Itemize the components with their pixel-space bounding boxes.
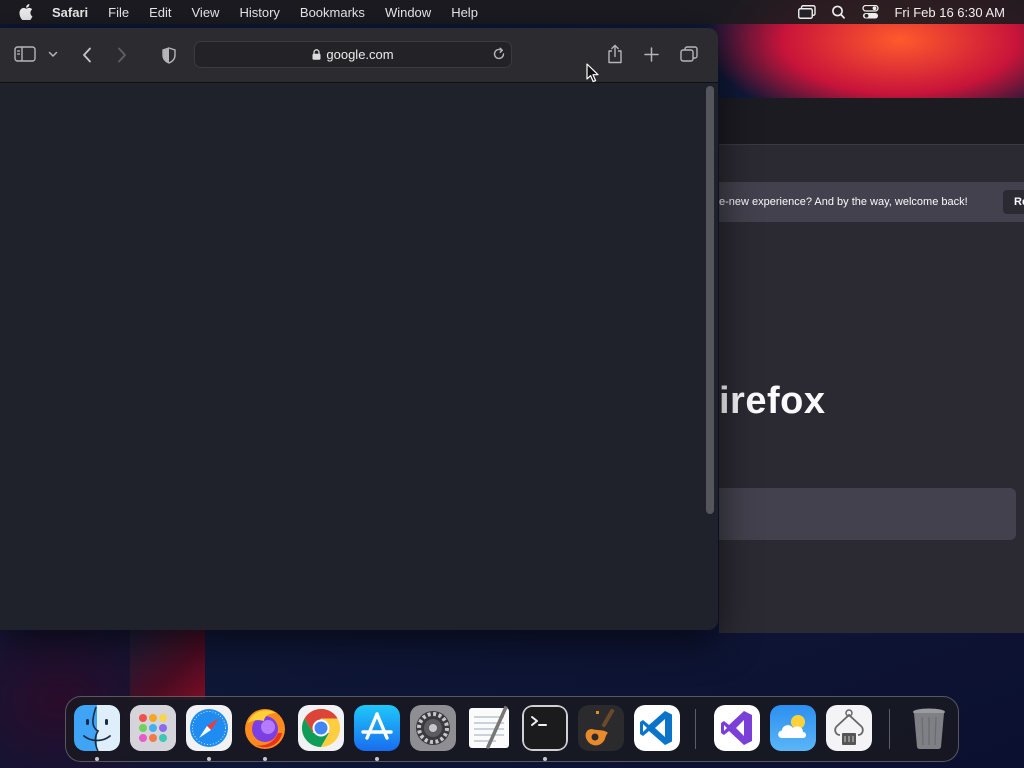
- chevron-left-icon: [83, 47, 91, 63]
- menu-window[interactable]: Window: [385, 5, 431, 20]
- launchpad-icon: [130, 705, 176, 751]
- system-information-icon: [826, 705, 872, 751]
- firefox-window[interactable]: e-new experience? And by the way, welcom…: [719, 98, 1024, 633]
- dock-firefox[interactable]: [242, 705, 288, 751]
- running-indicator-terminal: [543, 757, 547, 761]
- menu-bookmarks[interactable]: Bookmarks: [300, 5, 365, 20]
- running-indicator-firefox: [263, 757, 267, 761]
- dock-app-store[interactable]: [354, 705, 400, 751]
- control-center-icon[interactable]: [862, 5, 880, 19]
- spotlight-search-icon[interactable]: [830, 5, 848, 19]
- running-indicator-finder: [95, 757, 99, 761]
- lock-icon: [312, 49, 321, 60]
- menu-help[interactable]: Help: [451, 5, 478, 20]
- firefox-brand-wordmark: irefox: [719, 380, 826, 422]
- scrollbar-thumb[interactable]: [706, 86, 714, 514]
- share-icon: [608, 44, 622, 64]
- chevron-down-icon: [48, 51, 58, 57]
- app-store-icon: [354, 705, 400, 751]
- address-url: google.com: [326, 47, 394, 62]
- textedit-icon: [469, 705, 509, 749]
- safari-toolbar: google.com: [0, 28, 718, 83]
- firefox-tab-bar[interactable]: [719, 98, 1024, 144]
- privacy-report-button[interactable]: [160, 45, 178, 65]
- dock-finder[interactable]: [74, 705, 120, 751]
- notification-message: e-new experience? And by the way, welcom…: [719, 196, 968, 208]
- tab-overview-button[interactable]: [679, 45, 699, 63]
- firefox-notification-bar: e-new experience? And by the way, welcom…: [719, 182, 1024, 222]
- safari-window[interactable]: google.com: [0, 28, 718, 630]
- tab-overview-icon: [680, 46, 698, 62]
- menu-history[interactable]: History: [239, 5, 279, 20]
- tab-group-dropdown[interactable]: [47, 49, 59, 59]
- menu-bar: Safari File Edit View History Bookmarks …: [0, 0, 1024, 24]
- visual-studio-icon: [714, 705, 760, 751]
- running-indicator-app-store: [375, 757, 379, 761]
- finder-icon: [74, 705, 120, 751]
- reload-icon[interactable]: [492, 47, 506, 61]
- new-tab-button[interactable]: [642, 45, 660, 63]
- dock-textedit[interactable]: [466, 705, 512, 751]
- dock-safari[interactable]: [186, 705, 232, 751]
- chevron-right-icon: [118, 47, 126, 63]
- sidebar-icon: [14, 46, 36, 62]
- share-button[interactable]: [605, 43, 625, 65]
- vscode-icon: [634, 705, 680, 751]
- dock-visual-studio[interactable]: [714, 705, 760, 751]
- firefox-search-box[interactable]: [719, 488, 1016, 540]
- forward-button[interactable]: [113, 45, 131, 65]
- address-bar[interactable]: google.com: [194, 41, 512, 68]
- safari-icon: [186, 705, 232, 751]
- trash-icon: [913, 708, 945, 750]
- weather-icon: [770, 705, 816, 751]
- dock-system-settings[interactable]: [410, 705, 456, 751]
- back-button[interactable]: [78, 45, 96, 65]
- dock-garageband[interactable]: [578, 705, 624, 751]
- sidebar-toggle-button[interactable]: [14, 45, 36, 63]
- shield-icon: [162, 46, 176, 64]
- running-indicator-safari: [207, 757, 211, 761]
- system-settings-icon: [410, 705, 456, 751]
- garageband-icon: [578, 705, 624, 751]
- wallpaper-accent: [130, 630, 205, 700]
- menu-edit[interactable]: Edit: [149, 5, 171, 20]
- dock-chrome[interactable]: [298, 705, 344, 751]
- notification-action-button[interactable]: Re: [1003, 190, 1024, 214]
- safari-page-content[interactable]: [0, 83, 718, 630]
- menu-file[interactable]: File: [108, 5, 129, 20]
- dock-weather[interactable]: [770, 705, 816, 751]
- menu-view[interactable]: View: [192, 5, 220, 20]
- firefox-icon: [245, 709, 285, 749]
- dock-system-information[interactable]: [826, 705, 872, 751]
- firefox-toolbar[interactable]: [719, 144, 1024, 183]
- dock: [65, 696, 959, 762]
- firefox-content: [719, 222, 1024, 633]
- dock-terminal[interactable]: [522, 705, 568, 751]
- mouse-cursor-icon: [586, 63, 599, 83]
- dock-separator: [695, 709, 696, 749]
- chrome-icon: [298, 705, 344, 751]
- menu-app-name[interactable]: Safari: [52, 5, 88, 20]
- apple-menu-icon[interactable]: [19, 4, 33, 20]
- dock-trash[interactable]: [906, 705, 952, 751]
- menu-bar-clock[interactable]: Fri Feb 16 6:30 AM: [894, 5, 1005, 20]
- dock-launchpad[interactable]: [130, 705, 176, 751]
- terminal-icon: [522, 705, 568, 751]
- plus-icon: [643, 46, 659, 62]
- dock-vscode[interactable]: [634, 705, 680, 751]
- dock-separator-trash: [889, 709, 890, 749]
- screen-mirroring-icon[interactable]: [798, 5, 817, 19]
